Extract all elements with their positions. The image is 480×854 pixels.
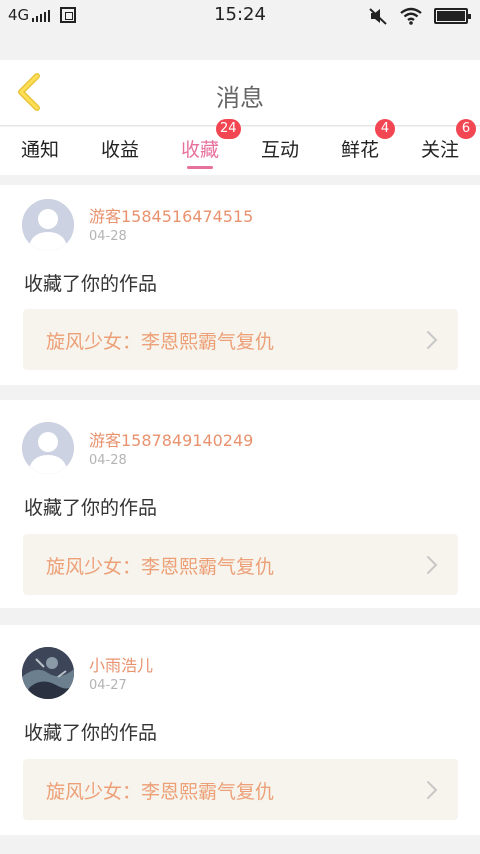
work-link[interactable]: 旋风少女：李恩熙霸气复仇 [23,534,458,595]
tab-label: 关注 [420,139,459,161]
work-title: 旋风少女：李恩熙霸气复仇 [46,331,275,353]
message-action: 收藏了你的作品 [24,497,158,519]
tab-flowers[interactable]: 鲜花 [320,135,400,162]
message-card: 游客1587849140249 04-28 收藏了你的作品 旋风少女：李恩熙霸气… [0,400,480,608]
default-avatar-icon[interactable] [22,422,74,474]
active-tab-indicator [187,166,213,169]
favorites-count-badge: 24 [216,119,241,139]
tab-label: 鲜花 [340,139,379,161]
tab-follows[interactable]: 关注 [400,135,480,162]
work-title: 旋风少女：李恩熙霸气复仇 [46,781,275,803]
tab-notifications[interactable]: 通知 [0,135,80,162]
tab-label: 收藏 [180,139,219,161]
header-bar: 消息 [0,60,480,126]
username[interactable]: 游客1584516474515 [89,203,253,227]
tab-label: 互动 [260,139,299,161]
wifi-icon [400,7,422,25]
chevron-right-icon [427,331,438,349]
chevron-right-icon [427,556,438,574]
work-link[interactable]: 旋风少女：李恩熙霸气复仇 [23,759,458,820]
page-title: 消息 [216,84,264,112]
work-link[interactable]: 旋风少女：李恩熙霸气复仇 [23,309,458,370]
follows-count-badge: 6 [456,119,476,139]
status-bar: 4G 15:24 [0,0,480,32]
message-action: 收藏了你的作品 [24,722,158,744]
message-card: 小雨浩儿 04-27 收藏了你的作品 旋风少女：李恩熙霸气复仇 [0,625,480,835]
work-title: 旋风少女：李恩熙霸气复仇 [46,556,275,578]
message-card: 游客1584516474515 04-28 收藏了你的作品 旋风少女：李恩熙霸气… [0,185,480,385]
default-avatar-icon[interactable] [22,199,74,251]
flowers-count-badge: 4 [375,119,395,139]
chevron-right-icon [427,781,438,799]
tab-label: 收益 [100,139,139,161]
status-right [368,7,471,25]
message-date: 04-28 [89,453,127,468]
message-action: 收藏了你的作品 [24,273,158,295]
username[interactable]: 游客1587849140249 [89,427,253,451]
tab-favorites[interactable]: 收藏 [160,135,240,169]
user-avatar[interactable] [22,647,74,699]
battery-icon [434,8,471,24]
tab-earnings[interactable]: 收益 [80,135,160,162]
tab-label: 通知 [20,139,59,161]
mute-icon [369,8,387,25]
username[interactable]: 小雨浩儿 [89,652,153,676]
message-date: 04-28 [89,229,127,244]
tab-interactions[interactable]: 互动 [240,135,320,162]
tab-bar: 通知 收益 收藏 互动 鲜花 关注 24 4 6 [0,119,480,175]
message-date: 04-27 [89,678,127,693]
